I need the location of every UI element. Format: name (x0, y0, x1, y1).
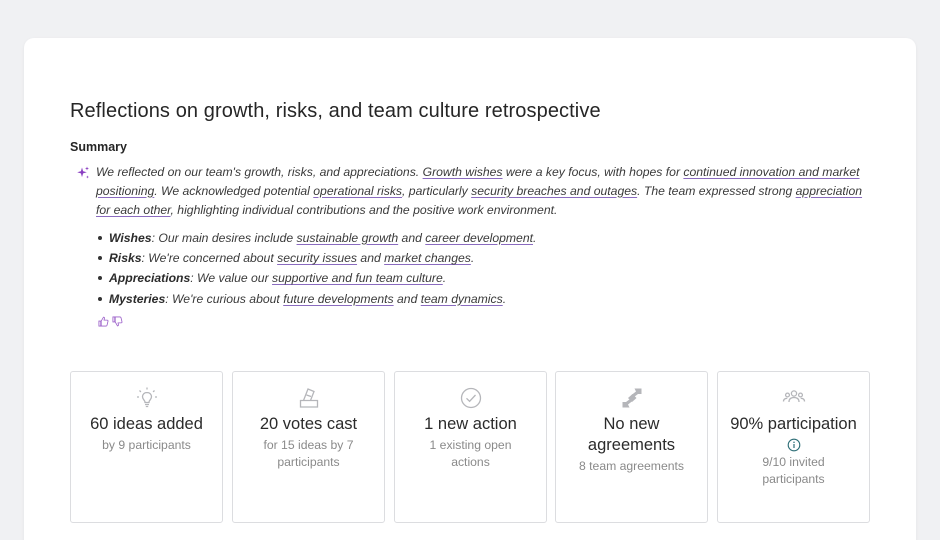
link-sustainable-growth[interactable]: sustainable growth (297, 231, 399, 245)
summary-text: . We acknowledged potential (154, 184, 314, 198)
summary-heading: Summary (70, 140, 127, 154)
bullet-appreciations: Appreciations: We value our supportive a… (96, 268, 871, 288)
stat-sub-text: 1 existing open actions (429, 438, 512, 469)
lightbulb-icon (136, 387, 157, 408)
check-circle-icon (460, 387, 481, 409)
bullet-text: : We value our (190, 271, 273, 286)
ai-sparkle-icon (77, 166, 89, 179)
stat-sub-text: 8 team agreements (578, 459, 684, 473)
bullet-text: . (532, 231, 537, 245)
bullet-mysteries: Mysteries: We're curious about future de… (96, 289, 871, 309)
stat-card-votes: 20 votes cast for 15 ideas by 7 particip… (232, 371, 385, 523)
bullet-text: : Our main desires include (151, 231, 297, 245)
summary-bullets: Wishes: Our main desires include sustain… (96, 228, 871, 309)
summary-text: . The team expressed strong (637, 184, 796, 198)
link-team-dynamics[interactable]: team dynamics (421, 292, 503, 306)
ballot-box-icon (299, 388, 318, 408)
summary-text: , particularly (402, 184, 472, 198)
bullet-text: and (398, 231, 426, 245)
thumbs-up-icon[interactable] (98, 316, 109, 327)
bullet-text: and (357, 251, 385, 266)
stat-card-actions: 1 new action 1 existing open actions (394, 371, 547, 523)
info-icon[interactable] (787, 438, 801, 452)
feedback-buttons (98, 316, 123, 327)
bullet-text: . (442, 271, 447, 286)
bullet-text: : We're curious about (165, 291, 284, 306)
page-title: Reflections on growth, risks, and team c… (70, 100, 601, 122)
link-security-breaches[interactable]: security breaches and outages (471, 184, 637, 198)
bullet-text: . (470, 251, 475, 266)
bullet-label: Appreciations (109, 271, 191, 286)
bullet-label: Mysteries (109, 291, 166, 306)
link-team-culture[interactable]: supportive and fun team culture (272, 271, 443, 285)
summary-text: We reflected on our team's growth, risks… (96, 165, 423, 179)
stat-main-text: 20 votes cast (259, 415, 358, 433)
summary-paragraph: We reflected on our team's growth, risks… (96, 163, 871, 220)
summary-text: were a key focus, with hopes for (502, 165, 684, 179)
summary-text: , highlighting individual contributions … (170, 203, 558, 217)
stat-main-text: 60 ideas added (90, 415, 203, 433)
stat-card-ideas: 60 ideas added by 9 participants (70, 371, 223, 523)
stat-card-participation: 90% participation 9/10 invited participa… (717, 371, 870, 523)
bullet-text: and (393, 291, 421, 306)
bullet-text: : We're concerned about (141, 251, 278, 266)
stat-sub-text: by 9 participants (102, 438, 191, 452)
stat-sub-text: 9/10 invited participants (762, 455, 825, 486)
link-market-changes[interactable]: market changes (384, 251, 471, 265)
bullet-risks: Risks: We're concerned about security is… (96, 248, 871, 268)
link-future-developments[interactable]: future developments (283, 292, 393, 306)
stat-card-agreements: No new agreements 8 team agreements (555, 371, 708, 523)
link-operational-risks[interactable]: operational risks (313, 184, 402, 198)
stat-sub-text: for 15 ideas by 7 participants (263, 438, 354, 469)
stat-main-text: No new agreements (587, 415, 676, 454)
bullet-text: . (502, 291, 507, 306)
bullet-label: Wishes (109, 231, 152, 245)
people-icon (782, 390, 805, 403)
bullet-label: Risks (109, 251, 142, 266)
retrospective-card: Reflections on growth, risks, and team c… (24, 38, 916, 540)
link-security-issues[interactable]: security issues (277, 251, 357, 265)
link-growth-wishes[interactable]: Growth wishes (423, 165, 503, 179)
handshake-icon (622, 388, 641, 408)
link-career-development[interactable]: career development (425, 231, 533, 245)
stat-main-text: 1 new action (424, 415, 517, 433)
bullet-wishes: Wishes: Our main desires include sustain… (96, 228, 871, 248)
thumbs-down-icon[interactable] (112, 316, 123, 327)
stat-main-text: 90% participation (730, 415, 857, 433)
